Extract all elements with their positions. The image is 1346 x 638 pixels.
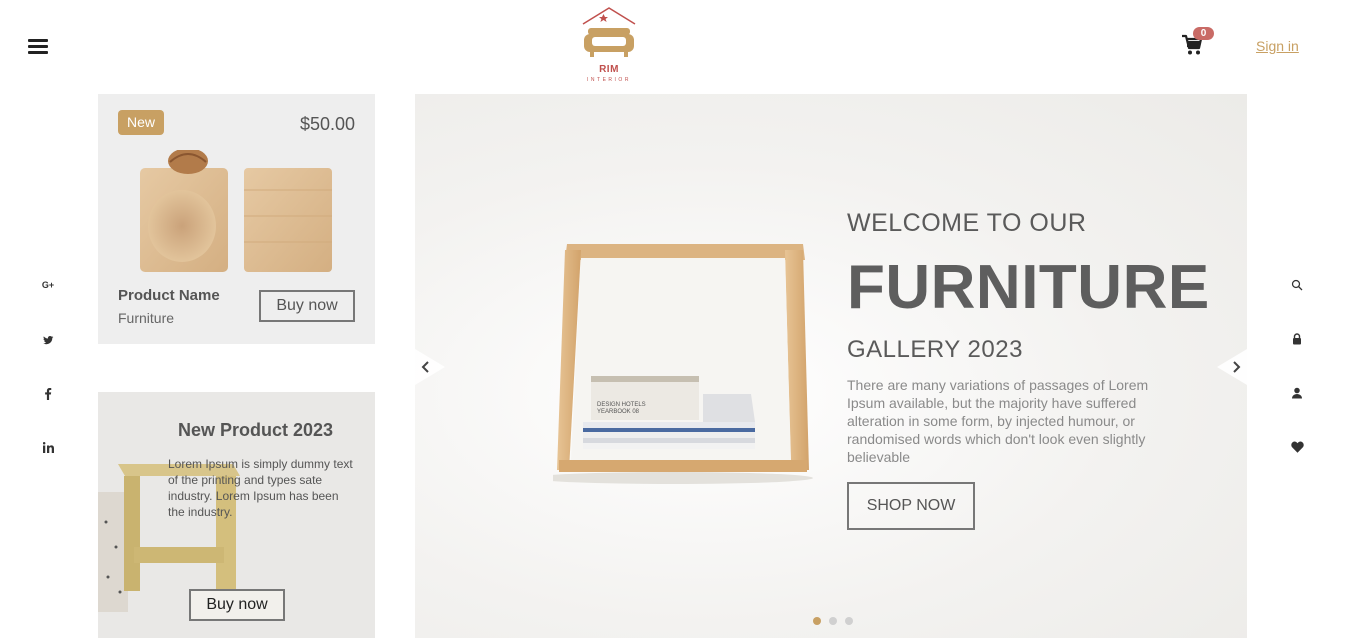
- user-icon[interactable]: [1288, 387, 1306, 403]
- new-product-title: New Product 2023: [178, 420, 334, 440]
- hero-subtitle: GALLERY 2023: [847, 336, 1023, 363]
- facebook-icon[interactable]: [38, 388, 58, 404]
- product-card[interactable]: New $50.00 Product Name Furniture Buy no…: [98, 94, 375, 344]
- hero-headline: FURNITURE: [847, 253, 1210, 322]
- slider-prev-arrow[interactable]: [415, 349, 445, 385]
- new-badge: New: [118, 110, 164, 135]
- new-product-text: Lorem Ipsum is simply dummy text of the …: [168, 457, 353, 519]
- brand-logo[interactable]: RIM INTERIOR: [578, 6, 640, 86]
- svg-text:YEARBOOK 08: YEARBOOK 08: [597, 409, 640, 415]
- logo-text: RIM: [599, 64, 619, 75]
- slider-dots: [813, 617, 853, 625]
- google-plus-icon[interactable]: G+: [38, 280, 58, 296]
- slider-dot-1[interactable]: [813, 617, 821, 625]
- product-name: Product Name: [118, 287, 220, 304]
- wooden-side-table-image: DESIGN HOTELS YEARBOOK 08: [553, 244, 813, 484]
- shop-now-button[interactable]: SHOP NOW: [847, 482, 975, 530]
- product-category: Furniture: [118, 310, 175, 326]
- logo-subtext: INTERIOR: [587, 77, 631, 83]
- cart-count-badge: 0: [1193, 27, 1214, 40]
- sign-in-link[interactable]: Sign in: [1256, 38, 1299, 54]
- new-product-card[interactable]: New Product 2023 Lorem Ipsum is simply d…: [98, 392, 375, 638]
- slider-next-arrow[interactable]: [1217, 349, 1247, 385]
- buy-now-button-2[interactable]: Buy now: [189, 589, 285, 621]
- hamburger-menu-icon[interactable]: [28, 39, 48, 55]
- svg-text:DESIGN HOTELS: DESIGN HOTELS: [597, 402, 646, 408]
- hero-welcome: WELCOME TO OUR: [847, 209, 1087, 237]
- product-price: $50.00: [299, 114, 355, 134]
- heart-icon[interactable]: [1288, 441, 1306, 457]
- twitter-icon[interactable]: [38, 334, 58, 350]
- lock-icon[interactable]: [1288, 333, 1306, 349]
- slider-dot-2[interactable]: [829, 617, 837, 625]
- hero-slider: DESIGN HOTELS YEARBOOK 08 WELCOME TO OUR…: [415, 94, 1247, 638]
- search-icon[interactable]: [1288, 279, 1306, 295]
- wooden-cubes-image: [140, 150, 332, 272]
- buy-now-button[interactable]: Buy now: [259, 290, 355, 322]
- google-plus-label: G+: [41, 280, 55, 290]
- hero-description: There are many variations of passages of…: [847, 377, 1149, 465]
- linkedin-icon[interactable]: [38, 442, 58, 458]
- slider-dot-3[interactable]: [845, 617, 853, 625]
